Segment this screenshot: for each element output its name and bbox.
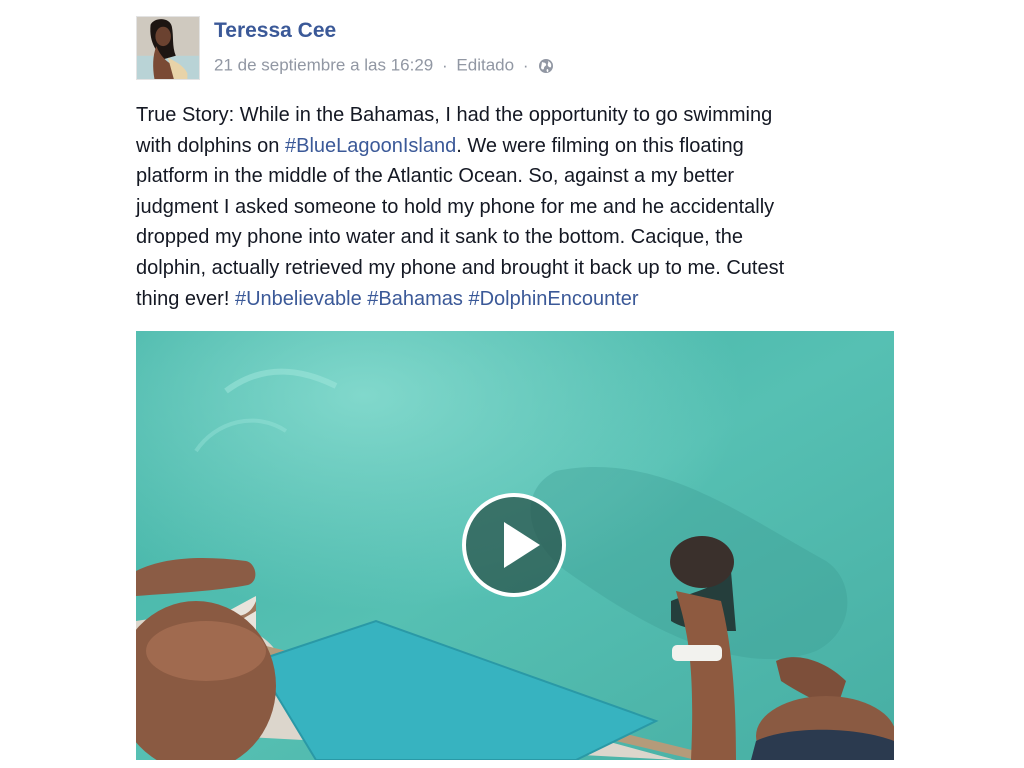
post-text-segment: judgment I asked someone to hold my phon… [136,195,775,218]
post-text-segment: platform in the middle of the Atlantic O… [136,165,735,188]
post-text-line: judgment I asked someone to hold my phon… [136,192,906,223]
video-player[interactable] [136,331,894,760]
facebook-post: Teressa Cee 21 de septiembre a las 16:29… [0,0,1024,768]
avatar-photo [137,17,199,79]
post-text-line: dolphin, actually retrieved my phone and… [136,253,906,284]
post-text-segment: with dolphins on [136,134,285,157]
post-timestamp[interactable]: 21 de septiembre a las 16:29 [214,56,433,75]
post-text-line: thing ever! #Unbelievable #Bahamas #Dolp… [136,284,906,315]
post-text: True Story: While in the Bahamas, I had … [136,100,906,314]
post-text-segment: . We were filming on this floating [456,134,744,157]
post-text-segment: dropped my phone into water and it sank … [136,226,744,249]
play-icon [504,522,540,568]
meta-separator: · [442,55,448,75]
post-text-segment: dolphin, actually retrieved my phone and… [136,256,785,279]
post-text-line: platform in the middle of the Atlantic O… [136,161,906,192]
post-text-line: with dolphins on #BlueLagoonIsland. We w… [136,131,906,162]
post-text-line: True Story: While in the Bahamas, I had … [136,100,906,131]
globe-icon[interactable] [538,58,554,74]
post-text-segment: thing ever! [136,287,235,310]
hashtag-link[interactable]: #Bahamas [367,288,463,310]
post-meta: 21 de septiembre a las 16:29 · Editado · [214,55,554,76]
hashtag-link[interactable]: #DolphinEncounter [468,288,638,310]
post-text-segment: True Story: While in the Bahamas, I had … [136,104,773,126]
meta-separator: · [522,55,529,75]
post-text-line: dropped my phone into water and it sank … [136,222,906,253]
hashtag-link[interactable]: #BlueLagoonIsland [285,135,456,157]
edited-label[interactable]: Editado [456,56,514,75]
play-button[interactable] [462,493,566,597]
author-name[interactable]: Teressa Cee [214,19,336,43]
hashtag-link[interactable]: #Unbelievable [235,288,362,310]
avatar[interactable] [136,16,200,80]
